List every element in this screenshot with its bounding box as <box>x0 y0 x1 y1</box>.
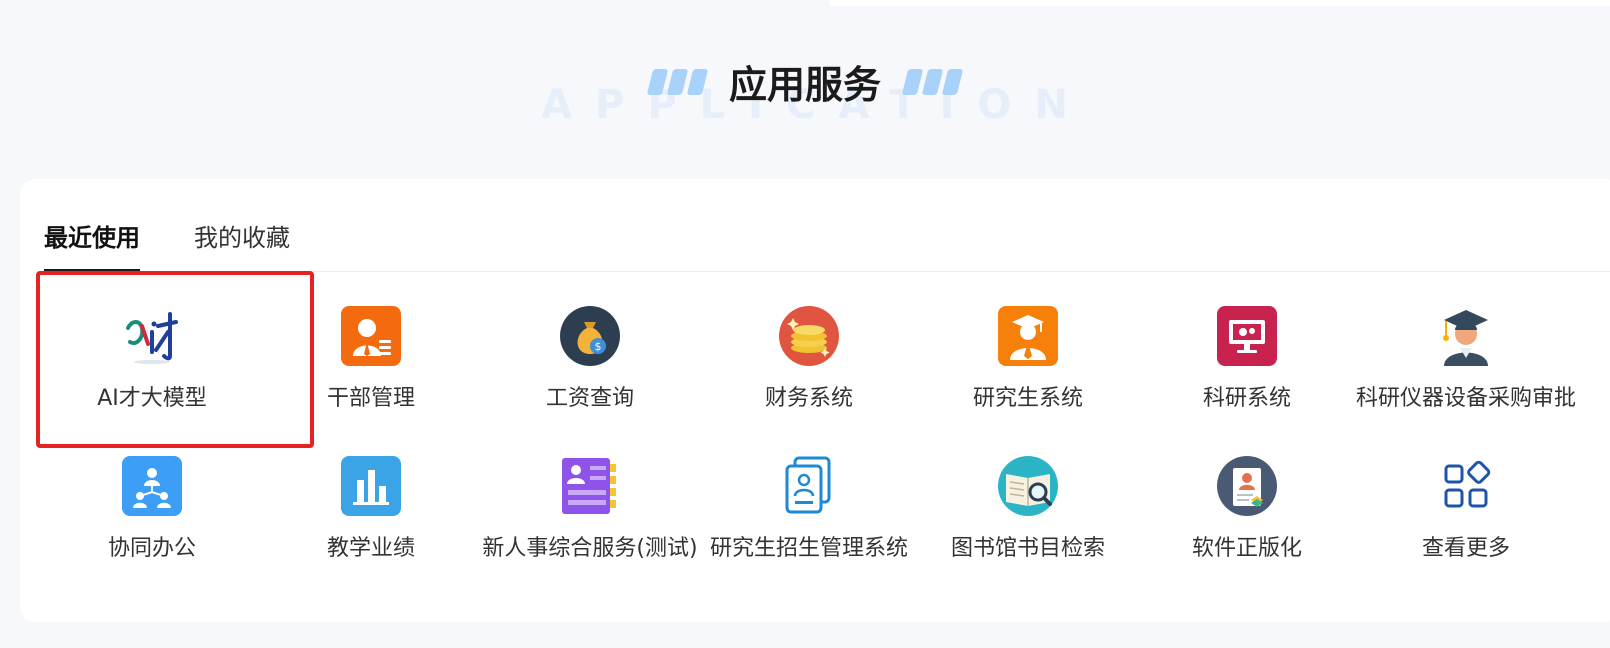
app-label: 研究生招生管理系统 <box>709 536 908 561</box>
professor-avatar-icon <box>1436 306 1496 366</box>
selection-highlight <box>36 271 314 448</box>
coins-icon <box>779 306 839 366</box>
app-label: 教学业绩 <box>326 536 415 561</box>
tab-bar: 最近使用 我的收藏 <box>44 179 1610 272</box>
monitor-gears-icon <box>1217 306 1277 366</box>
app-label: 干部管理 <box>326 386 415 411</box>
svg-text:$: $ <box>595 340 602 353</box>
right-decoration-icon <box>901 68 964 95</box>
app-hr-services-test[interactable]: 新人事综合服务(测试) <box>478 412 702 562</box>
org-chart-icon <box>122 456 182 516</box>
section-header: APPLICATION 应用服务 <box>0 40 1610 160</box>
cadre-management-icon <box>341 306 401 366</box>
app-label: 图书馆书目检索 <box>950 536 1105 561</box>
graduate-student-icon <box>998 306 1058 366</box>
id-card-icon <box>779 456 839 516</box>
profile-list-icon <box>560 456 620 516</box>
app-label: 财务系统 <box>764 386 853 411</box>
app-graduate-system[interactable]: 研究生系统 <box>916 262 1140 412</box>
app-equipment-procurement[interactable]: 科研仪器设备采购审批 <box>1354 262 1578 412</box>
bar-chart-icon <box>341 456 401 516</box>
app-software-licensing[interactable]: 软件正版化 <box>1135 412 1359 562</box>
app-salary-query[interactable]: $ 工资查询 <box>478 262 702 412</box>
app-label: 工资查询 <box>545 386 634 411</box>
app-finance-system[interactable]: 财务系统 <box>697 262 921 412</box>
app-label: 研究生系统 <box>972 386 1083 411</box>
certificate-icon <box>1217 456 1277 516</box>
left-decoration-icon <box>646 68 709 95</box>
more-apps-icon <box>1436 456 1496 516</box>
money-bag-icon: $ <box>560 306 620 366</box>
app-graduate-admission[interactable]: 研究生招生管理系统 <box>697 412 921 562</box>
app-label: 软件正版化 <box>1191 536 1302 561</box>
app-library-search[interactable]: 图书馆书目检索 <box>916 412 1140 562</box>
app-label: 科研系统 <box>1202 386 1291 411</box>
section-title: 应用服务 <box>728 63 881 107</box>
app-label: 新人事综合服务(测试) <box>482 536 698 561</box>
app-label: 科研仪器设备采购审批 <box>1355 386 1576 411</box>
book-search-icon <box>998 456 1058 516</box>
app-research-system[interactable]: 科研系统 <box>1135 262 1359 412</box>
app-view-more[interactable]: 查看更多 <box>1354 412 1578 562</box>
app-label: 查看更多 <box>1421 536 1510 561</box>
app-label: 协同办公 <box>107 536 196 561</box>
top-strip <box>830 0 1610 6</box>
